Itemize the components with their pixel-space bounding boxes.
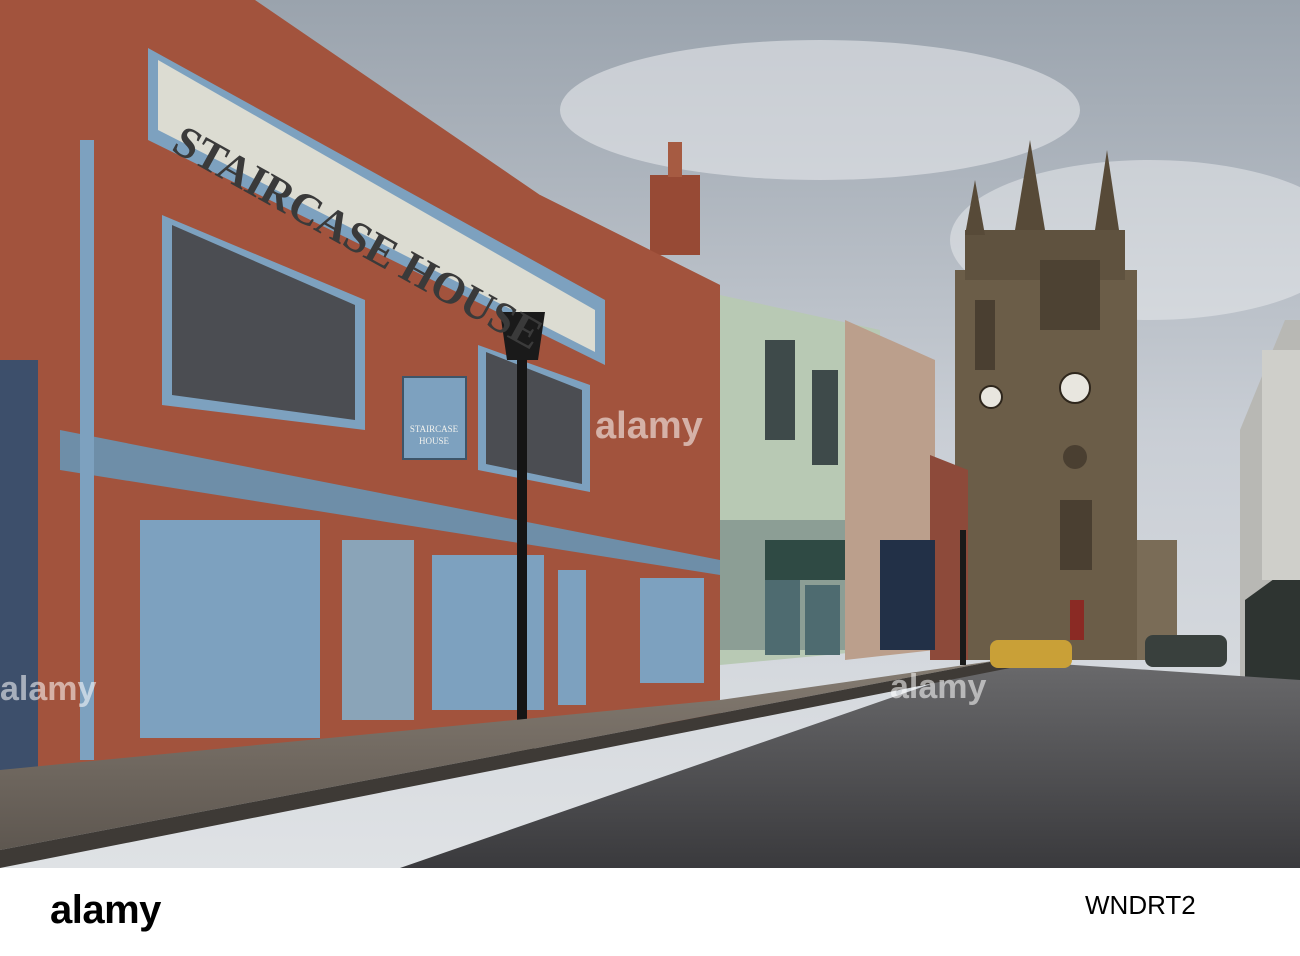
watermark-left: alamy [0, 670, 97, 708]
blue-shutter [140, 520, 320, 738]
watermark-right: alamy [890, 668, 987, 706]
image-id: WNDRT2 [1085, 890, 1196, 920]
alamy-logo: alamy [50, 888, 161, 932]
watermark-center: alamy [595, 405, 703, 447]
hanging-sign-line1: STAIRCASE [410, 424, 459, 434]
hanging-sign [402, 376, 467, 460]
hanging-sign-line2: HOUSE [419, 436, 450, 446]
clock-right [1059, 372, 1091, 404]
clock-left [979, 385, 1003, 409]
